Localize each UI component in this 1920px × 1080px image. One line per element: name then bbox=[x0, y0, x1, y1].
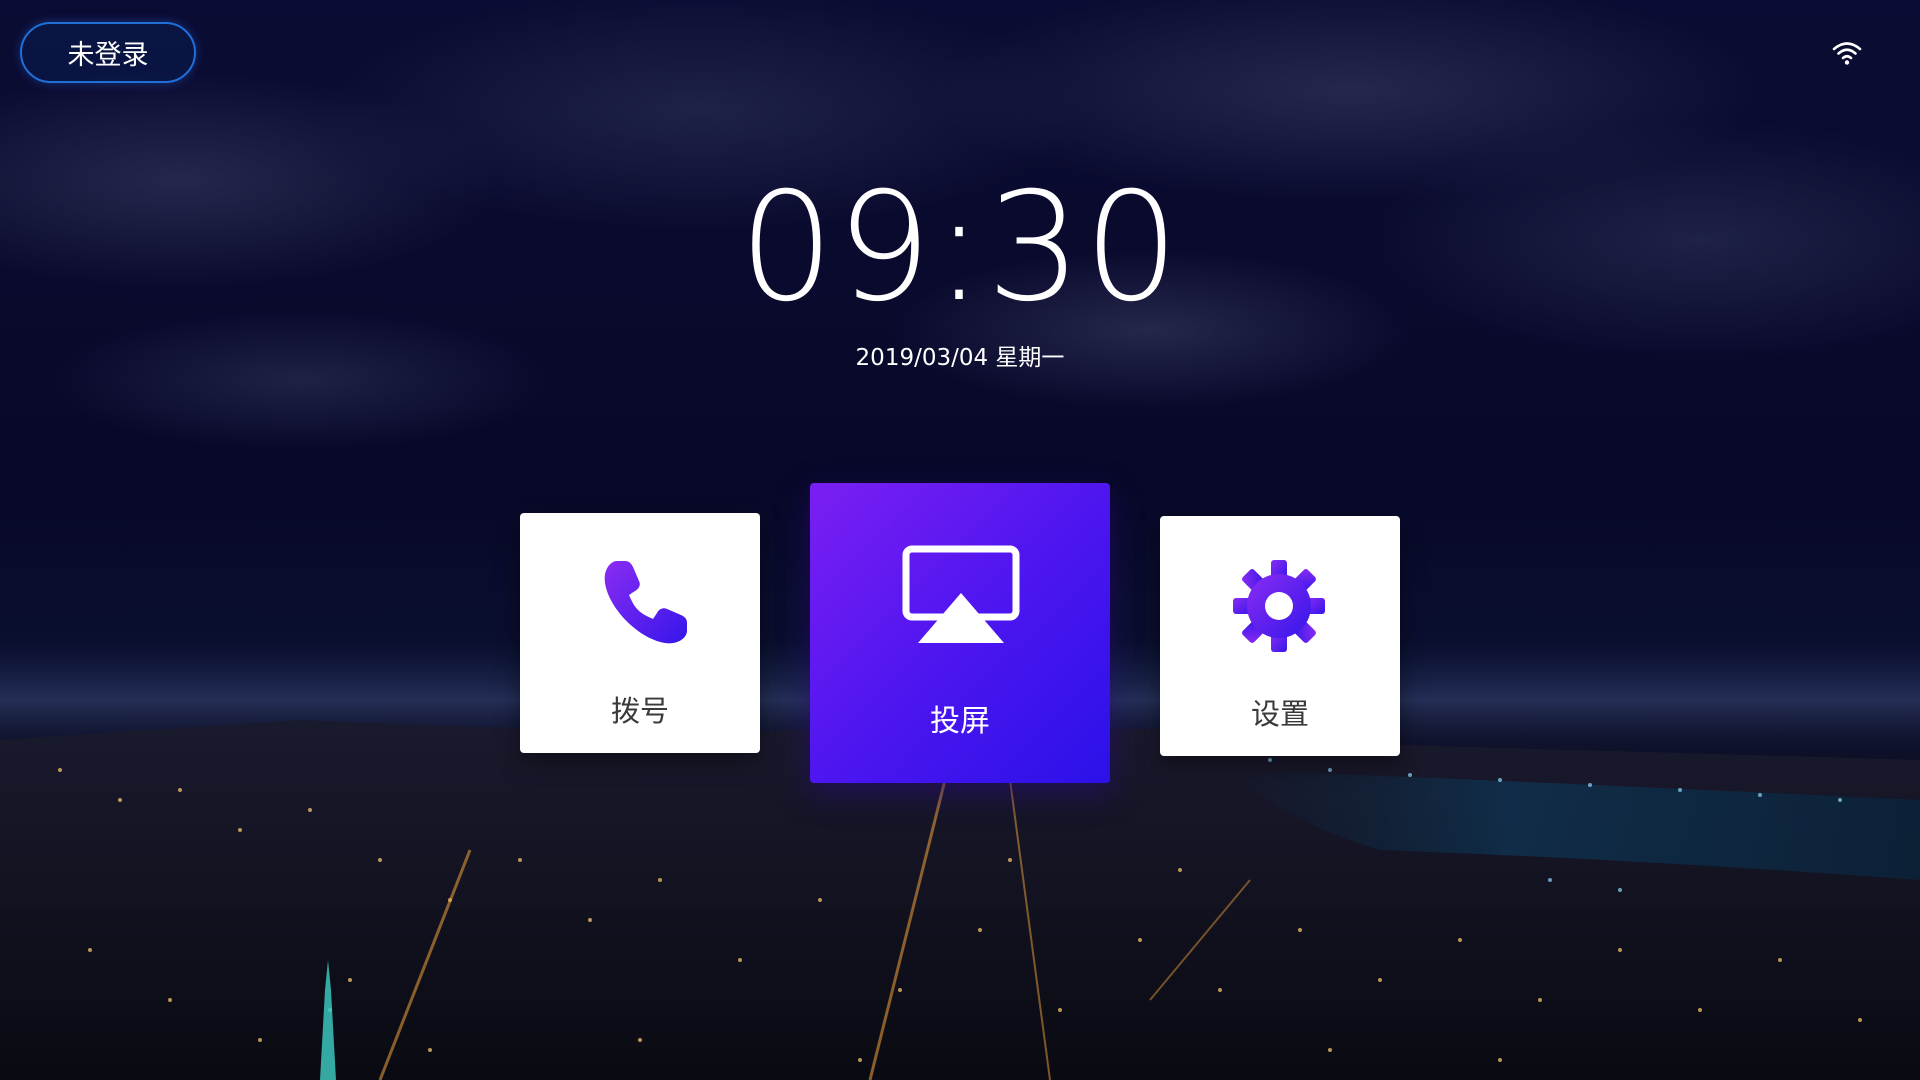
login-status-label: 未登录 bbox=[67, 40, 149, 71]
clock-date: 2019/03/04 星期一 bbox=[855, 345, 1065, 371]
clock-time: 09:30 bbox=[738, 161, 1182, 335]
dial-tile[interactable]: 拨号 bbox=[520, 513, 760, 753]
gear-icon bbox=[1231, 558, 1327, 654]
screen-cast-label: 投屏 bbox=[930, 704, 990, 739]
dial-label: 拨号 bbox=[610, 694, 669, 728]
login-status-button[interactable]: 未登录 bbox=[20, 22, 196, 83]
screen-cast-icon bbox=[902, 545, 1020, 645]
settings-tile[interactable]: 设置 bbox=[1160, 516, 1400, 756]
settings-label: 设置 bbox=[1250, 697, 1309, 731]
phone-icon bbox=[595, 553, 695, 653]
wifi-icon bbox=[1832, 40, 1862, 66]
home-screen: 未登录 09:30 2019/03/04 星期一 拨号 投屏 设置 bbox=[0, 0, 1920, 1080]
screen-cast-tile[interactable]: 投屏 bbox=[810, 483, 1110, 783]
